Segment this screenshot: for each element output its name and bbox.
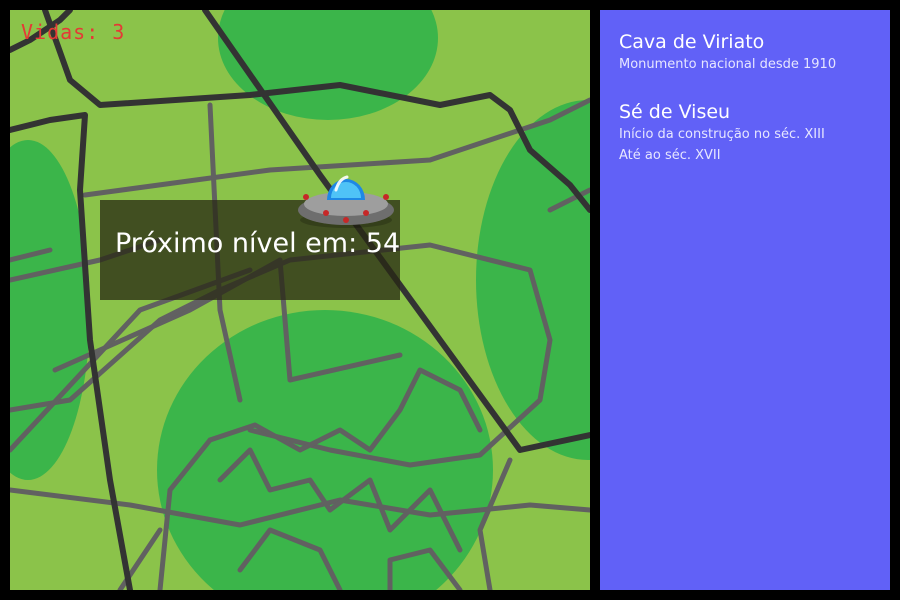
place-title: Cava de Viriato xyxy=(619,31,765,53)
game-area[interactable]: Vidas: 3 Próximo nível em: 54 xyxy=(10,10,590,590)
places-panel: Cava de Viriato Monumento nacional desde… xyxy=(600,10,890,590)
place-cava-de-viriato: Cava de Viriato Monumento nacional desde… xyxy=(619,30,836,75)
place-description: Até ao séc. XVII xyxy=(619,148,721,163)
place-se-de-viseu: Sé de Viseu Início da construção no séc.… xyxy=(619,100,825,166)
city-map xyxy=(10,10,590,590)
lives-counter: Vidas: 3 xyxy=(21,20,126,44)
place-description: Monumento nacional desde 1910 xyxy=(619,57,837,72)
place-description: Início da construção no séc. XIII xyxy=(619,127,825,142)
place-title: Sé de Viseu xyxy=(619,101,731,123)
ufo-icon[interactable] xyxy=(287,160,413,240)
